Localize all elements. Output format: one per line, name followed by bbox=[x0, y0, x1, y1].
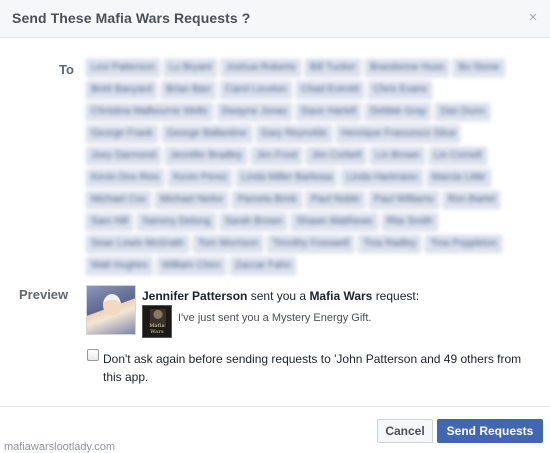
send-requests-dialog: Send These Mafia Wars Requests ? × To Le… bbox=[0, 0, 550, 453]
app-icon-text: Mafia Wars bbox=[149, 323, 165, 335]
recipient-chip[interactable]: Chad Everett bbox=[295, 81, 365, 99]
recipient-chip[interactable]: Sean Lewis McGrath bbox=[86, 235, 189, 253]
watermark: mafiawarslootlady.com bbox=[4, 441, 116, 453]
recipient-chip[interactable]: Jim Frost bbox=[251, 147, 303, 165]
request-line: Jennifer Patterson sent you a Mafia Wars… bbox=[142, 289, 419, 303]
recipient-chip[interactable]: Kevin Dos Rios bbox=[86, 169, 165, 187]
recipient-chip[interactable]: Kevin Perez bbox=[168, 169, 233, 187]
recipient-chip[interactable]: Sam Hill bbox=[86, 213, 134, 231]
recipient-chip[interactable]: Timothy Fosswell bbox=[267, 235, 355, 253]
recipient-chip[interactable]: Gary Reynolds bbox=[255, 125, 332, 143]
close-icon[interactable]: × bbox=[526, 10, 540, 25]
recipient-chip[interactable]: Paul Williams bbox=[368, 191, 439, 209]
recipient-chip[interactable]: Sammy Delong bbox=[137, 213, 216, 231]
request-text-mid: sent you a bbox=[250, 289, 307, 303]
request-text-end: request: bbox=[375, 289, 420, 303]
recipient-chip[interactable]: Jennifer Bradley bbox=[165, 147, 248, 165]
recipient-chip[interactable]: Chris Evans bbox=[368, 81, 433, 99]
footer-divider bbox=[0, 406, 550, 407]
send-requests-button[interactable]: Send Requests bbox=[437, 419, 543, 443]
recipient-chip[interactable]: William Chen bbox=[156, 257, 226, 275]
recipient-chip[interactable]: Tina Poppleton bbox=[425, 235, 503, 253]
gift-message: I've just sent you a Mystery Energy Gift… bbox=[178, 312, 372, 324]
sender-avatar bbox=[86, 285, 136, 335]
dialog-title: Send These Mafia Wars Requests ? bbox=[12, 10, 251, 26]
recipient-chip[interactable]: Lin Brown bbox=[370, 147, 425, 165]
recipient-chip[interactable]: George Ballantine bbox=[161, 125, 252, 143]
recipient-chip[interactable]: Brian Barr bbox=[161, 81, 217, 99]
recipient-chip[interactable]: Zaccar Fahn bbox=[229, 257, 296, 275]
to-label: To bbox=[59, 62, 74, 77]
recipient-chip[interactable]: Shawn Matthews bbox=[291, 213, 378, 231]
recipient-chip[interactable]: Michael Neilor bbox=[155, 191, 229, 209]
recipient-chip[interactable]: Lexi Patterson bbox=[86, 59, 160, 77]
cancel-button[interactable]: Cancel bbox=[377, 419, 433, 443]
recipient-chip[interactable]: Dwayne Jonas bbox=[216, 103, 293, 121]
recipients-list: Lexi Patterson Lu Bryant Joshua Roberts Bil… bbox=[86, 59, 526, 281]
recipient-chip[interactable]: Linda Hartmann bbox=[341, 169, 423, 187]
recipient-chip[interactable]: Dan Dunn bbox=[435, 103, 491, 121]
dialog-header: Send These Mafia Wars Requests ? × bbox=[0, 0, 550, 38]
mafia-wars-app-icon: Mafia Wars bbox=[142, 305, 172, 338]
recipient-chip[interactable]: Brandonne Huss bbox=[364, 59, 450, 77]
recipient-chip[interactable]: Marcia Little bbox=[426, 169, 491, 187]
recipient-chip[interactable]: Lin Cornell bbox=[428, 147, 487, 165]
recipient-chip[interactable]: Carol Lexxton bbox=[220, 81, 292, 99]
recipient-chip[interactable]: Paul Noble bbox=[305, 191, 365, 209]
recipient-chip[interactable]: Tom Morrison bbox=[192, 235, 264, 253]
recipient-chip[interactable]: Linda Miller Barbosa bbox=[236, 169, 338, 187]
recipient-chip[interactable]: Pamela Brink bbox=[232, 191, 302, 209]
avatar-face bbox=[103, 294, 121, 316]
recipient-chip[interactable]: Brett Banyard bbox=[86, 81, 158, 99]
recipient-chip[interactable]: Joey Darmond bbox=[86, 147, 162, 165]
recipient-chip[interactable]: Bill Tucker bbox=[304, 59, 361, 77]
preview-label: Preview bbox=[19, 287, 69, 302]
dont-ask-checkbox[interactable] bbox=[87, 349, 99, 361]
app-name: Mafia Wars bbox=[309, 289, 373, 303]
recipient-chip[interactable]: Rita Smith bbox=[381, 213, 438, 231]
recipient-chip[interactable]: Tina Radley bbox=[358, 235, 422, 253]
dont-ask-label[interactable]: Don't ask again before sending requests … bbox=[103, 350, 543, 386]
recipient-chip[interactable]: Christina Malbourne Wells bbox=[86, 103, 213, 121]
recipient-chip[interactable]: Henrique Francesco Silva bbox=[335, 125, 461, 143]
recipient-chip[interactable]: Debbie Gray bbox=[365, 103, 432, 121]
recipient-chip[interactable]: George Frank bbox=[86, 125, 158, 143]
recipient-chip[interactable]: Jim Corbell bbox=[306, 147, 367, 165]
recipient-chip[interactable]: Walt Hughes bbox=[86, 257, 153, 275]
sender-name: Jennifer Patterson bbox=[142, 289, 248, 303]
recipient-chip[interactable]: Ron Bartel bbox=[442, 191, 501, 209]
recipient-chip[interactable]: Sarah Brown bbox=[219, 213, 288, 231]
recipient-chip[interactable]: Lu Bryant bbox=[163, 59, 217, 77]
recipient-chip[interactable]: Joshua Roberts bbox=[220, 59, 301, 77]
recipient-chip[interactable]: Dave Hartell bbox=[296, 103, 362, 121]
recipient-chip[interactable]: Michael Cox bbox=[86, 191, 152, 209]
recipient-chip[interactable]: Bo Stone bbox=[453, 59, 505, 77]
